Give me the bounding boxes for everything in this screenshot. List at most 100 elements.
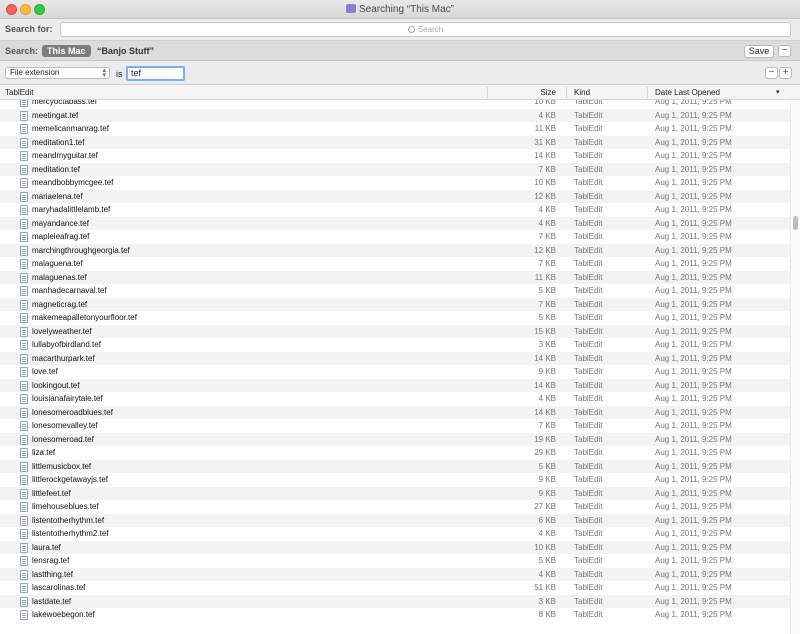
file-name-cell: lascarolinas.tef (32, 583, 86, 592)
search-for-label: Search for: (5, 24, 53, 34)
remove-criteria-button[interactable]: − (765, 67, 778, 79)
column-header-kind[interactable]: Kind (574, 85, 590, 100)
table-row[interactable]: macarthurpark.tef 14 KB TablEdit Aug 1, 201… (0, 351, 790, 365)
date-last-opened-cell: Aug 1, 2011, 9:25 PM (655, 569, 732, 579)
column-header-date-last-opened[interactable]: Date Last Opened (655, 85, 720, 100)
table-row[interactable]: meandbobbymcgee.tef 10 KB TablEdit Aug 1, 2… (0, 176, 790, 190)
table-row[interactable]: limehouseblues.tef 27 KB TablEdit Aug 1, 20… (0, 500, 790, 514)
table-row[interactable]: mercyoctabass.tef 10 KB TablEdit Aug 1, 201… (0, 100, 790, 109)
file-size-cell: 27 KB (534, 502, 556, 511)
file-size-cell: 4 KB (538, 529, 556, 538)
date-last-opened-cell: Aug 1, 2011, 9:25 PM (655, 100, 732, 106)
table-row[interactable]: louisianafairytale.tef 4 KB TablEdit Aug 1,… (0, 392, 790, 406)
table-row[interactable]: lakewoebegon.tef 8 KB TablEdit Aug 1, 2011,… (0, 608, 790, 622)
date-last-opened-cell: Aug 1, 2011, 9:25 PM (655, 502, 732, 511)
column-divider[interactable] (566, 87, 567, 98)
table-row[interactable]: lonesomevalley.tef 7 KB TablEdit Aug 1, 201… (0, 419, 790, 433)
column-header-size[interactable]: Size (488, 85, 556, 100)
file-size-cell: 19 KB (534, 434, 556, 444)
table-row[interactable]: lascarolinas.tef 51 KB TablEdit Aug 1, 2011… (0, 581, 790, 595)
updown-arrows-icon: ▴ ▾ (102, 67, 106, 79)
attribute-select[interactable]: File extension ▴ ▾ (5, 67, 110, 79)
table-row[interactable]: laura.tef 10 KB TablEdit Aug 1, 2011, 9:25 … (0, 540, 790, 554)
file-kind-cell: TablEdit (574, 340, 603, 349)
file-name-cell: lonesomevalley.tef (32, 421, 98, 430)
document-icon (20, 299, 28, 310)
table-row[interactable]: malaguena.tef 7 KB TablEdit Aug 1, 2011, 9:… (0, 257, 790, 271)
scope-folder-button[interactable]: “Banjo Stuff” (97, 46, 154, 56)
table-row[interactable]: magneticrag.tef 7 KB TablEdit Aug 1, 2011, … (0, 297, 790, 311)
file-size-cell: 3 KB (538, 596, 556, 606)
table-row[interactable]: lovelyweather.tef 15 KB TablEdit Aug 1, 201… (0, 324, 790, 338)
file-kind-cell: TablEdit (574, 299, 603, 309)
table-row[interactable]: maryhadalittlelamb.tef 4 KB TablEdit Aug 1,… (0, 203, 790, 217)
vertical-scrollbar[interactable] (790, 100, 800, 634)
column-header-name[interactable]: TablEdit (5, 85, 33, 100)
add-criteria-button[interactable]: + (779, 67, 792, 79)
file-name-cell: lonesomeroad.tef (32, 434, 94, 444)
save-button[interactable]: Save (744, 45, 774, 58)
file-name-cell: limehouseblues.tef (32, 502, 99, 511)
table-row[interactable]: lullabyofbirdland.tef 3 KB TablEdit Aug 1, … (0, 338, 790, 352)
date-last-opened-cell: Aug 1, 2011, 9:25 PM (655, 353, 732, 363)
table-row[interactable]: listentotherhythm2.tef 4 KB TablEdit Aug 1,… (0, 527, 790, 541)
file-size-cell: 11 KB (534, 124, 556, 133)
date-last-opened-cell: Aug 1, 2011, 9:25 PM (655, 340, 732, 349)
table-row[interactable]: meetingat.tef 4 KB TablEdit Aug 1, 2011, 9:… (0, 108, 790, 122)
file-kind-cell: TablEdit (574, 583, 603, 592)
document-icon (20, 434, 28, 445)
table-row[interactable]: marchingthroughgeorgia.tef 12 KB TablEdit A… (0, 243, 790, 257)
table-row[interactable]: meandmyguitar.tef 14 KB TablEdit Aug 1, 201… (0, 149, 790, 163)
table-row[interactable]: manhadecarnaval.tef 5 KB TablEdit Aug 1, 20… (0, 284, 790, 298)
date-last-opened-cell: Aug 1, 2011, 9:25 PM (655, 110, 732, 120)
document-icon (20, 556, 28, 566)
table-row[interactable]: mapleleafrag.tef 7 KB TablEdit Aug 1, 2011,… (0, 230, 790, 244)
search-placeholder: Search (417, 25, 444, 34)
table-row[interactable]: meditation.tef 7 KB TablEdit Aug 1, 2011, 9… (0, 162, 790, 176)
table-row[interactable]: lonesomeroad.tef 19 KB TablEdit Aug 1, 2011… (0, 432, 790, 446)
table-row[interactable]: lonesomeroadblues.tef 14 KB TablEdit Aug 1,… (0, 405, 790, 419)
criteria-value-input[interactable]: tef (126, 66, 185, 81)
table-row[interactable]: listentotherhythm.tef 6 KB TablEdit Aug 1, … (0, 513, 790, 527)
date-last-opened-cell: Aug 1, 2011, 9:25 PM (655, 556, 732, 565)
file-size-cell: 9 KB (538, 475, 556, 484)
table-row[interactable]: lookingout.tef 14 KB TablEdit Aug 1, 2011, … (0, 378, 790, 392)
search-input[interactable]: Search (60, 22, 791, 37)
table-row[interactable]: love.tef 9 KB TablEdit Aug 1, 2011, 9:25 PM (0, 365, 790, 379)
table-row[interactable]: lastthing.tef 4 KB TablEdit Aug 1, 2011, 9:… (0, 567, 790, 581)
table-row[interactable]: liza.tef 29 KB TablEdit Aug 1, 2011, 9:25 P… (0, 446, 790, 460)
remove-scope-button[interactable]: − (778, 45, 791, 57)
table-row[interactable]: malaguenas.tef 11 KB TablEdit Aug 1, 2011, … (0, 270, 790, 284)
document-icon (20, 569, 28, 580)
scope-this-mac-button[interactable]: This Mac (42, 45, 91, 57)
table-row[interactable]: littlefeet.tef 9 KB TablEdit Aug 1, 2011, 9… (0, 486, 790, 500)
file-kind-cell: TablEdit (574, 124, 603, 133)
file-kind-cell: TablEdit (574, 191, 603, 201)
table-row[interactable]: meditation1.tef 31 KB TablEdit Aug 1, 2011,… (0, 135, 790, 149)
table-row[interactable]: makemeapalletonyourfloor.tef 5 KB TablEdit… (0, 311, 790, 325)
sort-chevron-down-icon[interactable]: ▾ (776, 85, 780, 100)
date-last-opened-cell: Aug 1, 2011, 9:25 PM (655, 151, 732, 160)
file-size-cell: 8 KB (538, 610, 556, 619)
attribute-select-value: File extension (10, 68, 60, 77)
table-row[interactable]: lastdate.tef 3 KB TablEdit Aug 1, 2011, 9:2… (0, 594, 790, 608)
date-last-opened-cell: Aug 1, 2011, 9:25 PM (655, 313, 732, 322)
table-row[interactable]: memelicanmanrag.tef 11 KB TablEdit Aug 1, 2… (0, 122, 790, 136)
date-last-opened-cell: Aug 1, 2011, 9:25 PM (655, 461, 732, 471)
column-divider[interactable] (647, 87, 648, 98)
file-kind-cell: TablEdit (574, 353, 603, 363)
file-kind-cell: TablEdit (574, 448, 603, 457)
table-row[interactable]: mayandance.tef 4 KB TablEdit Aug 1, 2011, 9… (0, 216, 790, 230)
date-last-opened-cell: Aug 1, 2011, 9:25 PM (655, 245, 732, 255)
date-last-opened-cell: Aug 1, 2011, 9:25 PM (655, 475, 732, 484)
table-row[interactable]: mariaelena.tef 12 KB TablEdit Aug 1, 2011, … (0, 189, 790, 203)
date-last-opened-cell: Aug 1, 2011, 9:25 PM (655, 407, 732, 417)
file-name-cell: mayandance.tef (32, 218, 89, 228)
file-kind-cell: TablEdit (574, 100, 603, 106)
document-icon (20, 232, 28, 242)
file-size-cell: 4 KB (538, 394, 556, 403)
scrollbar-thumb[interactable] (793, 216, 798, 230)
table-row[interactable]: lensrag.tef 5 KB TablEdit Aug 1, 2011, 9:25… (0, 554, 790, 568)
table-row[interactable]: littlemusicbox.tef 5 KB TablEdit Aug 1, 201… (0, 459, 790, 473)
table-row[interactable]: littlerockgetawayjs.tef 9 KB TablEdit Aug 1… (0, 473, 790, 487)
